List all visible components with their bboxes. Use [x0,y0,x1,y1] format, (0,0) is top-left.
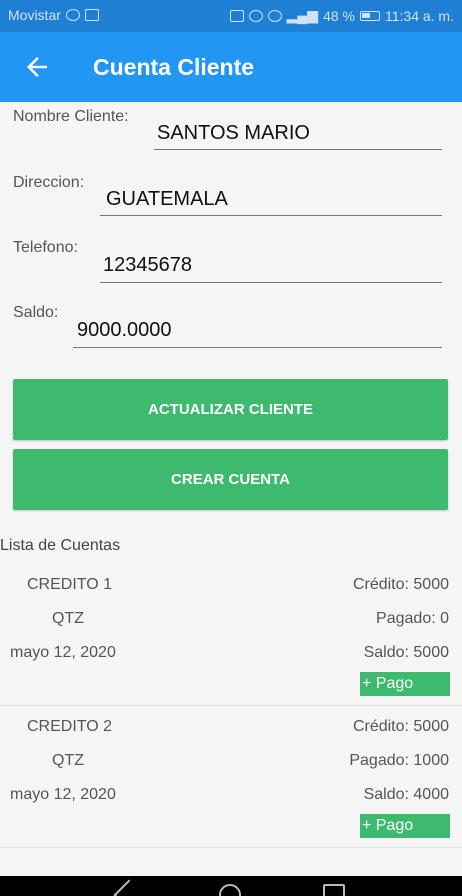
saldo-label: Saldo: [13,304,59,321]
account-date: mayo 12, 2020 [10,644,116,661]
back-arrow-icon[interactable] [22,52,52,82]
direccion-label: Direccion: [13,174,85,191]
account-credito: Crédito: 5000 [352,718,449,735]
notification-icon [84,9,99,21]
add-pago-button[interactable]: + Pago [360,814,450,838]
account-pagado: Pagado: 1000 [349,752,449,769]
nav-home-icon[interactable] [219,884,241,896]
account-name: CREDITO 1 [27,576,113,593]
actualizar-cliente-button[interactable]: ACTUALIZAR CLIENTE [13,379,448,440]
carrier-name: Movistar [8,7,61,23]
whatsapp-icon [65,9,80,21]
system-nav-bar [0,876,462,896]
crear-cuenta-button[interactable]: CREAR CUENTA [13,449,448,510]
nombre-field[interactable]: SANTOS MARIO [157,122,310,145]
list-item[interactable]: CREDITO 1 QTZ mayo 12, 2020 Crédito: 500… [0,566,462,706]
account-date: mayo 12, 2020 [10,786,116,803]
saldo-field[interactable]: 9000.0000 [77,319,172,342]
status-right: ▂▄▆ 48 % 11:34 a. m. [229,7,454,24]
wifi-icon [267,9,282,22]
nav-back-icon[interactable] [113,879,145,896]
page-title: Cuenta Cliente [93,54,255,80]
list-item[interactable]: CREDITO 2 QTZ mayo 12, 2020 Crédito: 500… [0,708,462,848]
account-saldo: Saldo: 5000 [363,644,449,661]
telefono-field[interactable]: 12345678 [103,254,192,277]
signal-icon: ▂▄▆ [286,7,319,23]
account-currency: QTZ [52,610,84,627]
battery-percent: 48 % [323,7,355,24]
status-bar: Movistar ▂▄▆ 48 % 11:34 a. m. [0,0,462,32]
telefono-underline [100,282,442,283]
add-pago-button[interactable]: + Pago [360,672,450,696]
account-pagado: Pagado: 0 [376,610,449,627]
nombre-underline [154,149,442,150]
account-saldo: Saldo: 4000 [363,786,449,803]
alarm-icon [248,9,263,22]
telefono-label: Telefono: [13,239,78,256]
nav-recent-apps-icon[interactable] [323,884,345,896]
direccion-field[interactable]: GUATEMALA [106,188,228,211]
app-bar: Cuenta Cliente [0,32,462,102]
list-title: Lista de Cuentas [0,537,121,554]
clock: 11:34 a. m. [384,7,454,24]
account-credito: Crédito: 5000 [352,576,449,593]
saldo-underline [73,347,442,348]
battery-icon [359,10,380,21]
vibrate-icon [229,9,244,22]
nombre-label: Nombre Cliente: [13,108,129,125]
direccion-underline [100,215,442,216]
carrier-group: Movistar [8,7,99,23]
account-name: CREDITO 2 [27,718,113,735]
account-currency: QTZ [52,752,84,769]
